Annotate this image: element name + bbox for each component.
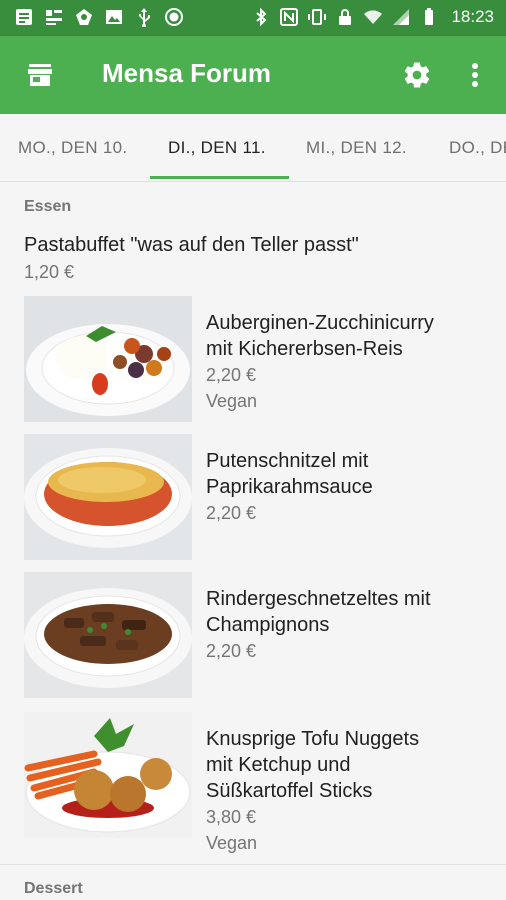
status-bar-notifications	[14, 7, 184, 27]
bluetooth-icon	[256, 7, 267, 27]
meal-price: 1,20 €	[24, 262, 75, 282]
nfc-icon	[280, 8, 299, 26]
record-icon	[165, 8, 183, 26]
list-item[interactable]: Knusprige Tofu Nuggets mit Ketchup und S…	[24, 712, 484, 853]
day-tabs: MO., DEN 10. DI., DEN 11. MI., DEN 12. D…	[0, 114, 506, 182]
meal-name-line: Süßkartoffel Sticks	[206, 780, 373, 802]
more-vert-icon[interactable]	[464, 60, 486, 90]
tab-monday[interactable]: MO., DEN 10.	[18, 138, 127, 158]
vibrate-icon	[308, 9, 327, 25]
image-icon	[106, 10, 122, 24]
wifi-icon	[364, 10, 383, 24]
game-icon	[76, 9, 92, 25]
usb-icon	[139, 8, 150, 27]
battery-icon	[425, 8, 434, 25]
meal-name-line: mit Kichererbsen-Reis	[206, 338, 403, 360]
meal-name-line: Knusprige Tofu Nuggets	[206, 728, 420, 750]
meal-image	[24, 296, 192, 422]
meal-price: 2,20 €	[206, 641, 257, 661]
tab-thursday[interactable]: DO., DEN 13.	[449, 138, 506, 158]
meal-tag: Vegan	[206, 391, 258, 411]
settings-icon[interactable]	[402, 60, 432, 90]
meal-name-line: Rindergeschnetzeltes mit	[206, 588, 431, 610]
meal-price: 2,20 €	[206, 365, 257, 385]
list-item[interactable]: Auberginen-Zucchinicurry mit Kichererbse…	[24, 296, 484, 422]
meal-image	[24, 712, 192, 838]
meal-price: 3,80 €	[206, 807, 257, 827]
meal-name-line: mit Ketchup und	[206, 754, 351, 776]
signal-icon	[393, 9, 410, 25]
news-icon	[46, 10, 62, 25]
clock: 18:23	[451, 7, 494, 26]
app-title: Mensa Forum	[102, 58, 272, 88]
meal-info: Putenschnitzel mit Paprikarahmsauce 2,20…	[206, 448, 484, 526]
meal-name-line: Auberginen-Zucchinicurry	[206, 312, 434, 334]
section-divider	[0, 864, 506, 865]
section-title-dessert: Dessert	[24, 880, 83, 897]
store-icon[interactable]	[26, 61, 54, 89]
meal-image	[24, 572, 192, 698]
meal-name-line: Putenschnitzel mit	[206, 450, 369, 472]
lock-icon	[339, 9, 352, 25]
meal-image	[24, 434, 192, 560]
list-item[interactable]: Rindergeschnetzeltes mit Champignons 2,2…	[24, 572, 484, 698]
tab-wednesday[interactable]: MI., DEN 12.	[306, 138, 407, 158]
app-bar: Mensa Forum	[0, 36, 506, 114]
status-bar-system: 18:23	[251, 7, 494, 27]
status-bar: 18:23	[0, 0, 506, 36]
meal-name-line: Paprikarahmsauce	[206, 476, 373, 498]
meal-name-line: Champignons	[206, 614, 330, 636]
meal-info: Auberginen-Zucchinicurry mit Kichererbse…	[206, 310, 484, 414]
meal-price: 2,20 €	[206, 503, 257, 523]
meal-tag: Vegan	[206, 833, 258, 853]
section-title-essen: Essen	[24, 198, 72, 215]
tab-tuesday[interactable]: DI., DEN 11.	[168, 138, 266, 158]
meal-info: Knusprige Tofu Nuggets mit Ketchup und S…	[206, 726, 484, 856]
active-tab-indicator	[150, 176, 289, 179]
meal-info: Rindergeschnetzeltes mit Champignons 2,2…	[206, 586, 484, 664]
sheets-icon	[16, 9, 32, 25]
list-item[interactable]: Putenschnitzel mit Paprikarahmsauce 2,20…	[24, 434, 484, 560]
meal-name: Pastabuffet "was auf den Teller passt"	[24, 234, 359, 256]
